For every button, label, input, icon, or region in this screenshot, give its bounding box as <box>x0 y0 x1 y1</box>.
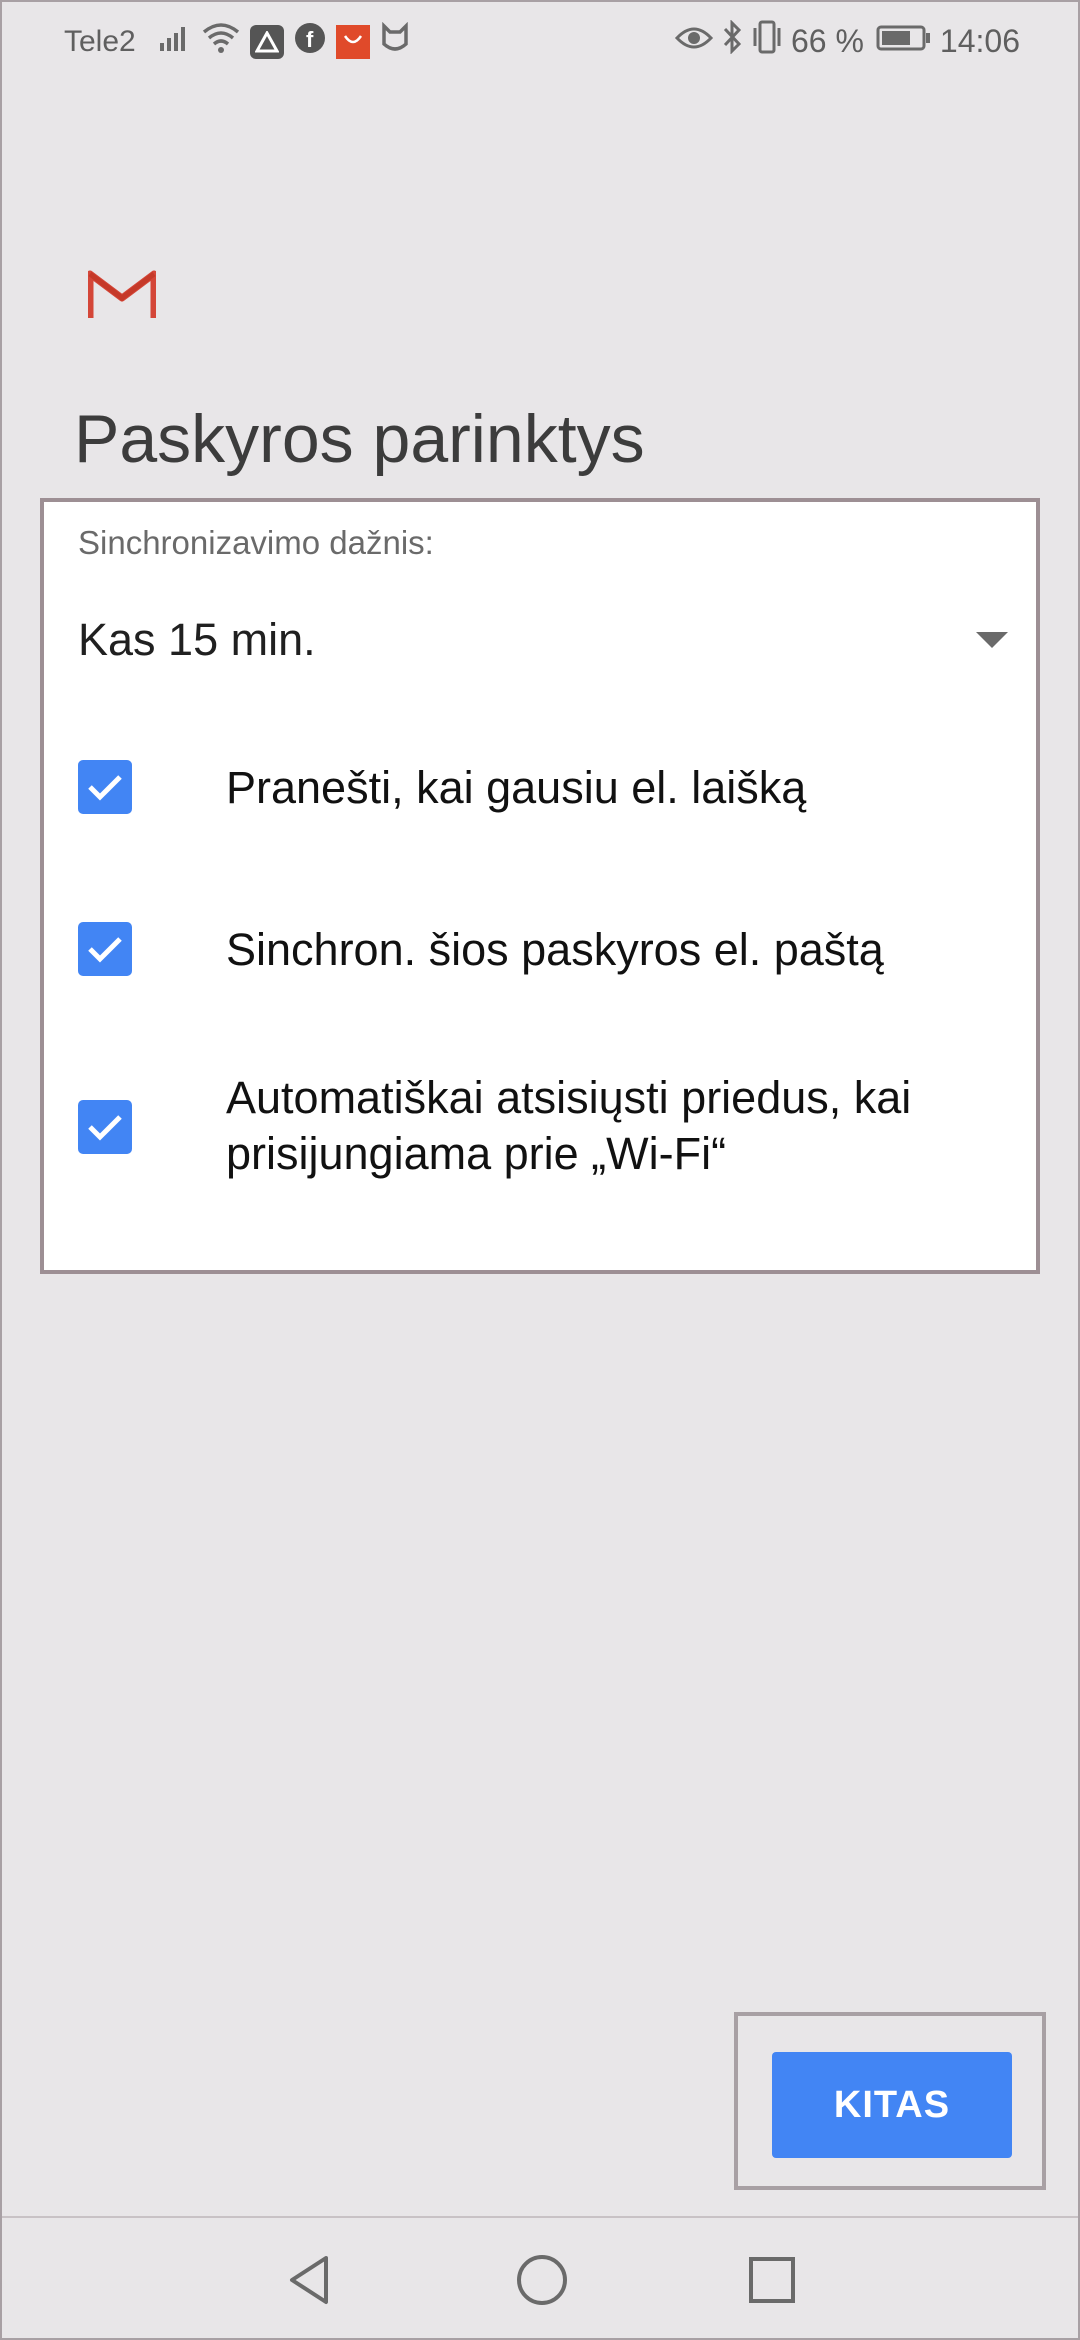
auto-download-checkbox[interactable] <box>78 1100 132 1154</box>
check-icon <box>88 775 122 801</box>
home-icon[interactable] <box>514 2252 570 2308</box>
sync-frequency-dropdown[interactable]: Kas 15 min. <box>78 606 1008 676</box>
sync-frequency-label: Sinchronizavimo dažnis: <box>78 524 434 561</box>
signal-icon <box>158 23 192 61</box>
auto-download-label: Automatiškai atsisiųsti priedus, kai pri… <box>226 1072 912 1179</box>
sync-frequency-value: Kas 15 min. <box>78 614 316 665</box>
screen: Tele2 f 66 % 14:06 Paskyros parinktys Si… <box>0 0 1080 2340</box>
bluetooth-icon <box>721 19 743 62</box>
clock: 14:06 <box>939 22 1020 59</box>
app-notification-icon <box>249 25 284 59</box>
navigation-bar <box>2 2216 1078 2340</box>
gmail-logo <box>86 268 158 320</box>
page-title: Paskyros parinktys <box>74 401 645 477</box>
next-button-frame: KITAS <box>734 2012 1046 2190</box>
notify-email-label: Pranešti, kai gausiu el. laišką <box>226 762 807 813</box>
dropdown-arrow-icon <box>976 632 1008 648</box>
account-options-card: Sinchronizavimo dažnis: Kas 15 min. Pran… <box>40 498 1040 1274</box>
battery-icon <box>876 23 932 60</box>
carrier-name: Tele2 <box>64 25 136 58</box>
back-icon[interactable] <box>282 2252 338 2308</box>
vibrate-icon <box>751 20 783 62</box>
aliexpress-icon <box>335 25 370 59</box>
facebook-icon: f <box>294 22 326 62</box>
check-icon <box>88 937 122 963</box>
check-icon <box>88 1115 122 1141</box>
battery-percent: 66 % <box>790 22 864 59</box>
sync-email-checkbox[interactable] <box>78 922 132 976</box>
sync-email-label: Sinchron. šios paskyros el. paštą <box>226 924 884 975</box>
eye-icon <box>674 23 714 60</box>
wifi-icon <box>202 22 240 62</box>
status-bar: Tele2 f 66 % 14:06 <box>2 2 1080 80</box>
next-button[interactable]: KITAS <box>772 2052 1012 2158</box>
recents-icon[interactable] <box>744 2252 800 2308</box>
notify-email-checkbox[interactable] <box>78 760 132 814</box>
svg-text:f: f <box>306 27 314 52</box>
mi-home-icon <box>380 21 410 62</box>
